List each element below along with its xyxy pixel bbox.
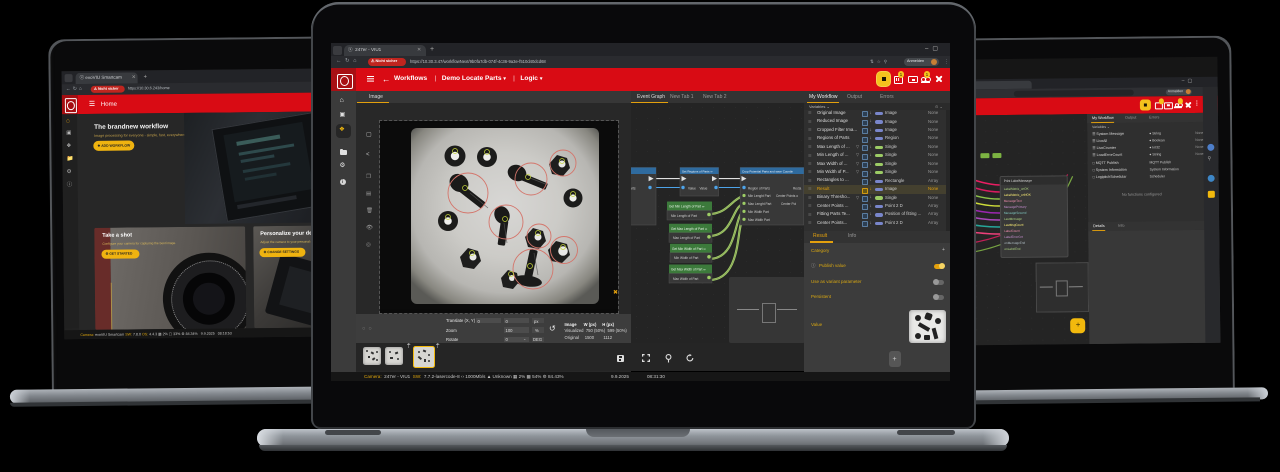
svg-text:Max Length of Part: Max Length of Part bbox=[673, 236, 700, 240]
svg-text:Max Width Part: Max Width Part bbox=[748, 218, 770, 222]
svg-text:Max Lenght Part: Max Lenght Part bbox=[748, 202, 772, 206]
svg-text:Center Points o: Center Points o bbox=[776, 194, 798, 198]
svg-text:Min Width Part: Min Width Part bbox=[748, 210, 769, 214]
svg-text:Get Max Width of Part ∞: Get Max Width of Part ∞ bbox=[671, 268, 706, 272]
svg-text:Min Width of Part: Min Width of Part bbox=[674, 256, 699, 260]
svg-text:Min Length of Part: Min Length of Part bbox=[671, 214, 697, 218]
svg-text:Get Min Width of Part ∞: Get Min Width of Part ∞ bbox=[672, 247, 706, 251]
svg-text:Max Width of Part: Max Width of Part bbox=[673, 277, 698, 281]
svg-text:Set Regions of Parts ∞: Set Regions of Parts ∞ bbox=[682, 170, 713, 174]
svg-text:Crop Potential Parts and save: Crop Potential Parts and save Coordin bbox=[742, 170, 794, 174]
svg-text:Get Max Length of Part ∞: Get Max Length of Part ∞ bbox=[671, 227, 708, 231]
svg-text:Recta: Recta bbox=[793, 186, 802, 190]
svg-text:Min Lenght Part: Min Lenght Part bbox=[748, 194, 771, 198]
svg-text:Get Min Length of Part ∞: Get Min Length of Part ∞ bbox=[669, 205, 705, 209]
svg-text:n of Parts: n of Parts bbox=[631, 187, 636, 191]
svg-text:Value Value: Value Value bbox=[688, 187, 708, 191]
svg-text:Center Poi: Center Poi bbox=[781, 202, 796, 206]
svg-text:Region of Parts: Region of Parts bbox=[748, 186, 770, 190]
